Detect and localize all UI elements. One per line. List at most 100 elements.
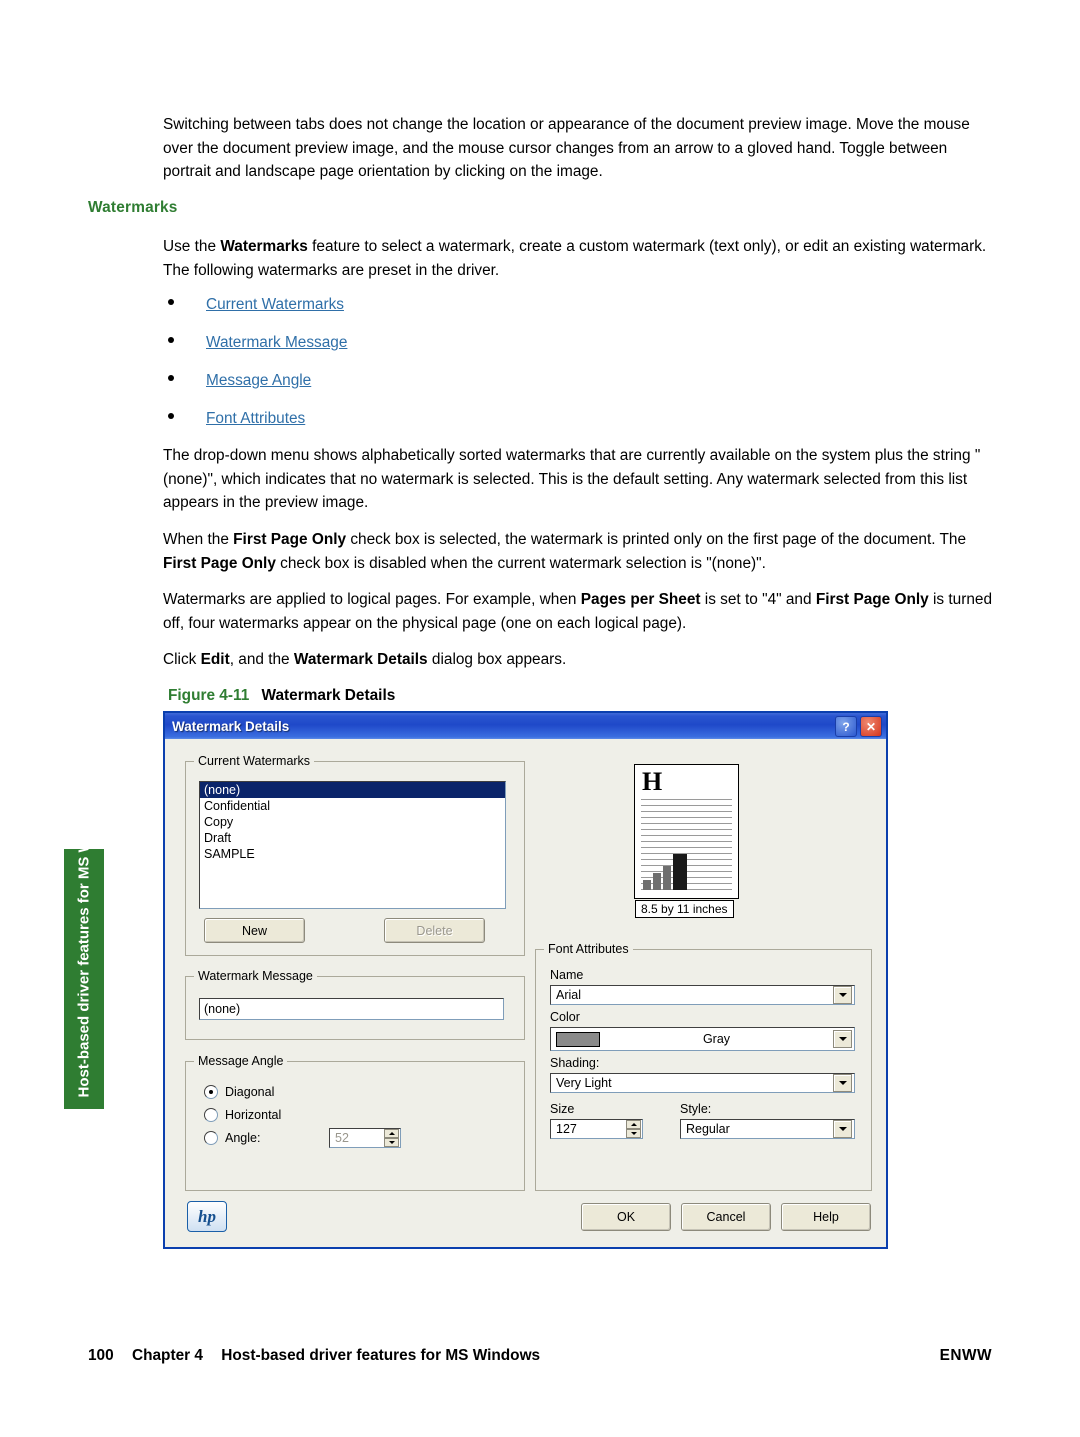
chevron-down-icon[interactable] bbox=[833, 986, 852, 1004]
link-watermark-message[interactable]: Watermark Message bbox=[206, 333, 347, 353]
font-name-value: Arial bbox=[556, 988, 582, 1002]
p5-text-c: , and the bbox=[229, 651, 294, 668]
radio-angle-label: Angle: bbox=[225, 1131, 261, 1145]
p3-bold-1: First Page Only bbox=[233, 531, 347, 548]
list-item-none[interactable]: (none) bbox=[200, 782, 505, 798]
list-item-sample[interactable]: SAMPLE bbox=[200, 846, 505, 862]
font-style-value: Regular bbox=[686, 1122, 730, 1136]
font-size-stepper[interactable]: 127 bbox=[550, 1119, 643, 1139]
chevron-down-icon[interactable] bbox=[833, 1030, 852, 1048]
list-item: Font Attributes bbox=[168, 409, 568, 447]
p3-bold-2: First Page Only bbox=[163, 554, 276, 572]
figure-caption: Figure 4-11 Watermark Details bbox=[168, 687, 395, 705]
first-page-only-description: When the First Page Only check box is se… bbox=[163, 528, 995, 575]
document-preview[interactable]: H bbox=[634, 764, 739, 899]
p1-text-a: Use the bbox=[163, 238, 221, 255]
message-angle-group: Message Angle Diagonal Horizontal Angle:… bbox=[185, 1054, 525, 1191]
dropdown-description: The drop-down menu shows alphabetically … bbox=[163, 447, 981, 511]
figure-title: Watermark Details bbox=[261, 687, 396, 704]
page-number: 100 bbox=[88, 1347, 114, 1364]
p5-bold-details: Watermark Details bbox=[293, 651, 428, 668]
preview-bar-graphic bbox=[643, 854, 689, 890]
p3-text-a: When the bbox=[163, 531, 234, 548]
delete-button: Delete bbox=[384, 918, 485, 943]
chapter-side-tab: Host-based driver features for MS Window… bbox=[64, 787, 104, 1109]
font-color-label: Color bbox=[550, 1010, 580, 1024]
p5-text-e: dialog box appears. bbox=[427, 651, 567, 668]
footer-chapter-title: Host-based driver features for MS Window… bbox=[221, 1347, 541, 1364]
intro-paragraph: Switching between tabs does not change t… bbox=[163, 116, 970, 180]
footer-right: ENWW bbox=[939, 1347, 992, 1364]
list-item: Message Angle bbox=[168, 371, 568, 409]
list-item: Watermark Message bbox=[168, 333, 568, 371]
p5-text-a: Click bbox=[163, 651, 201, 668]
font-name-combo[interactable]: Arial bbox=[550, 985, 855, 1005]
footer-left: 100 Chapter 4 Host-based driver features… bbox=[88, 1347, 540, 1365]
radio-diagonal[interactable]: Diagonal bbox=[204, 1085, 274, 1099]
font-attributes-group: Font Attributes Name Arial Color Gray Sh… bbox=[535, 942, 872, 1191]
titlebar-buttons: ? ✕ bbox=[835, 716, 882, 737]
dialog-client-area: Current Watermarks (none) Confidential C… bbox=[165, 739, 886, 1247]
font-attributes-legend: Font Attributes bbox=[544, 942, 633, 956]
hp-logo: hp bbox=[187, 1201, 227, 1232]
radio-horizontal-icon bbox=[204, 1108, 218, 1122]
dialog-titlebar[interactable]: Watermark Details ? ✕ bbox=[165, 713, 886, 739]
cancel-button[interactable]: Cancel bbox=[681, 1203, 771, 1231]
p4-bold-2: First Page Only bbox=[815, 591, 929, 608]
angle-value: 52 bbox=[335, 1131, 349, 1145]
chevron-down-icon[interactable] bbox=[833, 1120, 852, 1138]
list-item-confidential[interactable]: Confidential bbox=[200, 798, 505, 814]
link-font-attributes[interactable]: Font Attributes bbox=[206, 409, 305, 429]
current-watermarks-legend: Current Watermarks bbox=[194, 754, 315, 768]
watermark-links-list: Current Watermarks Watermark Message Mes… bbox=[168, 295, 568, 447]
list-item: Current Watermarks bbox=[168, 295, 568, 333]
radio-horizontal-label: Horizontal bbox=[225, 1108, 282, 1122]
bullet-dot-icon bbox=[168, 337, 174, 343]
p4-text-c: is set to "4" and bbox=[700, 591, 816, 608]
shading-label: Shading: bbox=[550, 1056, 600, 1070]
watermark-message-input[interactable]: (none) bbox=[199, 998, 504, 1020]
link-current-watermarks[interactable]: Current Watermarks bbox=[206, 295, 344, 315]
link-message-angle[interactable]: Message Angle bbox=[206, 371, 311, 391]
dialog-title: Watermark Details bbox=[172, 718, 290, 734]
angle-stepper-buttons[interactable] bbox=[384, 1129, 399, 1147]
preview-size-caption: 8.5 by 11 inches bbox=[635, 900, 734, 918]
radio-diagonal-label: Diagonal bbox=[225, 1085, 275, 1099]
font-color-combo[interactable]: Gray bbox=[550, 1027, 855, 1051]
watermarks-description: Use the Watermarks feature to select a w… bbox=[163, 235, 995, 282]
angle-value-stepper[interactable]: 52 bbox=[329, 1128, 401, 1148]
font-size-label: Size bbox=[550, 1102, 575, 1116]
logical-pages-description: Watermarks are applied to logical pages.… bbox=[163, 588, 995, 635]
font-size-value: 127 bbox=[556, 1122, 577, 1136]
ok-button[interactable]: OK bbox=[581, 1203, 671, 1231]
font-size-stepper-buttons[interactable] bbox=[626, 1120, 641, 1138]
message-angle-legend: Message Angle bbox=[194, 1054, 288, 1068]
help-button[interactable]: Help bbox=[781, 1203, 871, 1231]
p4-bold-1: Pages per Sheet bbox=[580, 591, 701, 608]
font-style-combo[interactable]: Regular bbox=[680, 1119, 855, 1139]
radio-horizontal[interactable]: Horizontal bbox=[204, 1108, 281, 1122]
current-watermarks-listbox[interactable]: (none) Confidential Copy Draft SAMPLE bbox=[199, 781, 506, 909]
footer-chapter: Chapter 4 bbox=[131, 1347, 203, 1364]
new-button[interactable]: New bbox=[204, 918, 305, 943]
preview-letter: H bbox=[642, 767, 663, 796]
radio-diagonal-icon bbox=[204, 1085, 218, 1099]
bullet-dot-icon bbox=[168, 413, 174, 419]
radio-angle[interactable]: Angle: bbox=[204, 1131, 260, 1145]
p1-bold-watermarks: Watermarks bbox=[220, 238, 308, 255]
watermark-message-legend: Watermark Message bbox=[194, 969, 317, 983]
list-item-copy[interactable]: Copy bbox=[200, 814, 505, 830]
font-name-label: Name bbox=[550, 968, 584, 982]
p3-text-e: check box is disabled when the current w… bbox=[275, 554, 766, 572]
current-watermarks-group: Current Watermarks (none) Confidential C… bbox=[185, 754, 525, 956]
shading-combo[interactable]: Very Light bbox=[550, 1073, 855, 1093]
list-item-draft[interactable]: Draft bbox=[200, 830, 505, 846]
chevron-down-icon[interactable] bbox=[833, 1074, 852, 1092]
watermark-details-dialog: Watermark Details ? ✕ Current Watermarks… bbox=[163, 711, 888, 1249]
document-page: Switching between tabs does not change t… bbox=[0, 0, 1080, 1437]
p3-text-c: check box is selected, the watermark is … bbox=[346, 531, 967, 548]
shading-value: Very Light bbox=[556, 1076, 612, 1090]
close-icon[interactable]: ✕ bbox=[860, 716, 882, 737]
help-icon[interactable]: ? bbox=[835, 716, 857, 737]
figure-number: Figure 4-11 bbox=[168, 687, 250, 704]
